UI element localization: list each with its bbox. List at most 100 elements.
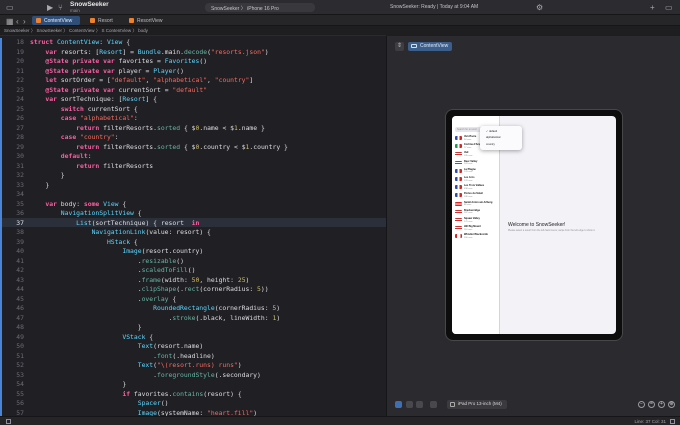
- code-line[interactable]: .frame(width: 50, height: 25): [30, 276, 250, 284]
- debug-area-icon[interactable]: [6, 419, 11, 424]
- device-selector[interactable]: iPad Pro 13-inch (M4): [447, 400, 507, 409]
- line-number: 24: [16, 95, 24, 103]
- line-number: 52: [16, 361, 24, 369]
- code-line[interactable]: RoundedRectangle(cornerRadius: 5): [30, 304, 280, 312]
- code-line[interactable]: case "alphabetical":: [30, 114, 138, 122]
- code-line[interactable]: @State private var favorites = Favorites…: [30, 57, 207, 65]
- code-line[interactable]: Text(resort.name): [30, 342, 203, 350]
- code-line[interactable]: }: [30, 181, 49, 189]
- code-line[interactable]: HStack {: [30, 238, 138, 246]
- code-line[interactable]: }: [30, 380, 126, 388]
- line-number: 29: [16, 142, 24, 151]
- code-line[interactable]: var body: some View {: [30, 200, 126, 208]
- sidebar-toggle-icon[interactable]: ▭: [6, 3, 14, 12]
- resort-row[interactable]: Les Arcs 129 runs: [455, 176, 499, 184]
- code-line[interactable]: Image(resort.country): [30, 247, 203, 255]
- line-number: 35: [16, 199, 24, 208]
- code-line[interactable]: List(sortTechnique) { resort in: [30, 219, 199, 227]
- resort-row[interactable]: Breckenridge 187 runs: [455, 209, 499, 217]
- code-line[interactable]: var sortTechnique: [Resort] {: [30, 95, 157, 103]
- code-line[interactable]: .stroke(.black, lineWidth: 1): [30, 314, 281, 322]
- code-line[interactable]: return filterResorts.sorted { $0.country…: [30, 143, 288, 151]
- inspector-toggle-icon[interactable]: ▭: [665, 3, 673, 12]
- status-bar: Line: 37 Col: 31: [0, 416, 680, 425]
- canvas-bottom-bar: iPad Pro 13-inch (M4) − = + ⊕: [387, 398, 680, 412]
- tab-resort[interactable]: Resort: [86, 16, 126, 25]
- resort-row[interactable]: Portes du Soleil 196 runs: [455, 192, 499, 200]
- code-line[interactable]: .resizable(): [30, 257, 184, 265]
- variants-icon[interactable]: [416, 401, 423, 408]
- code-line[interactable]: .clipShape(.rect(cornerRadius: 5)): [30, 285, 269, 293]
- resort-runs: 338 runs: [464, 187, 473, 190]
- code-line[interactable]: .font(.headline): [30, 352, 215, 360]
- code-line[interactable]: case "country":: [30, 133, 119, 141]
- resort-row[interactable]: Whistler Blackcomb 200 runs: [455, 233, 499, 241]
- grid-icon[interactable]: ▦: [6, 17, 14, 26]
- zoom-out-icon[interactable]: −: [638, 401, 645, 408]
- resort-row[interactable]: Vail 195 runs: [455, 151, 499, 159]
- back-icon[interactable]: ‹: [16, 17, 19, 26]
- live-preview-icon[interactable]: [395, 401, 402, 408]
- code-line[interactable]: var resorts: [Resort] = Bundle.main.deco…: [30, 48, 268, 56]
- resort-runs: 195 runs: [464, 154, 473, 157]
- zoom-in-icon[interactable]: +: [658, 401, 665, 408]
- breadcrumb[interactable]: SnowSeeker 〉 SnowSeeker 〉 ContentView 〉 …: [0, 26, 386, 36]
- line-number: 18: [16, 38, 24, 46]
- swift-file-icon: [36, 18, 41, 23]
- line-number: 55: [16, 389, 24, 398]
- branch-icon[interactable]: ⑂: [58, 3, 63, 12]
- code-line[interactable]: NavigationLink(value: resort) {: [30, 228, 211, 236]
- resort-runs: 103 runs: [464, 163, 473, 166]
- code-line[interactable]: struct ContentView: View {: [30, 38, 130, 46]
- code-line[interactable]: NavigationSplitView {: [30, 209, 142, 217]
- settings-icon[interactable]: ⚙: [536, 3, 543, 12]
- code-line[interactable]: .overlay {: [30, 295, 177, 303]
- resort-row[interactable]: Squaw Valley 170 runs: [455, 217, 499, 225]
- code-line[interactable]: if favorites.contains(resort) {: [30, 390, 241, 398]
- code-line[interactable]: switch currentSort {: [30, 105, 138, 113]
- code-line[interactable]: Text("\(resort.runs) runs"): [30, 361, 242, 369]
- line-number: 45: [16, 294, 24, 303]
- code-line[interactable]: .foregroundStyle(.secondary): [30, 371, 261, 379]
- bottom-panel-icon[interactable]: [670, 419, 675, 424]
- preview-selector[interactable]: ContentView: [408, 42, 453, 51]
- resort-row[interactable]: Deer Valley 103 runs: [455, 160, 499, 168]
- resort-row[interactable]: Sankt Anton am Arlberg 88 runs: [455, 201, 499, 209]
- tab-contentview[interactable]: ContentView: [32, 16, 80, 25]
- code-line[interactable]: let sortOrder = ["default", "alphabetica…: [30, 76, 253, 84]
- scheme-selector[interactable]: SnowSeeker 〉 iPhone 16 Pro: [205, 3, 315, 12]
- pin-icon[interactable]: ⇕: [395, 42, 404, 51]
- code-line[interactable]: return filterResorts: [30, 162, 153, 170]
- line-number: 48: [16, 323, 24, 331]
- line-number: 37: [16, 218, 24, 227]
- code-line[interactable]: Image(systemName: "heart.fill"): [30, 409, 257, 417]
- sort-menu-item[interactable]: alphabetical: [486, 136, 500, 139]
- forward-icon[interactable]: ›: [23, 17, 26, 26]
- code-line[interactable]: default:: [30, 152, 92, 160]
- selectable-icon[interactable]: [406, 401, 413, 408]
- device-label: iPad Pro 13-inch (M4): [458, 401, 502, 406]
- code-line[interactable]: VStack {: [30, 333, 153, 341]
- line-number: 47: [16, 313, 24, 322]
- resort-row[interactable]: Hill Big Mount 110 runs: [455, 225, 499, 233]
- tab-resortview[interactable]: ResortView: [125, 16, 177, 25]
- code-line[interactable]: .scaledToFill(): [30, 266, 196, 274]
- code-line[interactable]: @State private var currentSort = "defaul…: [30, 86, 207, 94]
- zoom-actual-icon[interactable]: =: [648, 401, 655, 408]
- ipad-screen[interactable]: Search for a resort Val d'Isère 94 runs Co…: [452, 116, 616, 334]
- code-editor[interactable]: 18 struct ContentView: View {19 var resor…: [0, 36, 386, 416]
- code-line[interactable]: Spacer(): [30, 399, 169, 407]
- run-icon[interactable]: ▶: [47, 3, 53, 12]
- sort-menu-item[interactable]: ✓ default: [486, 129, 497, 133]
- zoom-fit-icon[interactable]: ⊕: [668, 401, 675, 408]
- code-line[interactable]: return filterResorts.sorted { $0.name < …: [30, 124, 265, 132]
- code-line[interactable]: @State private var player = Player(): [30, 67, 184, 75]
- device-settings-icon[interactable]: [430, 401, 437, 408]
- code-line[interactable]: }: [30, 171, 65, 179]
- code-line[interactable]: }: [30, 323, 142, 331]
- resort-row[interactable]: Les Trois Vallées 338 runs: [455, 184, 499, 192]
- sort-menu-item[interactable]: country: [486, 143, 495, 146]
- add-icon[interactable]: +: [650, 3, 655, 12]
- line-number: 56: [16, 399, 24, 407]
- resort-row[interactable]: La Plagne 129 runs: [455, 168, 499, 176]
